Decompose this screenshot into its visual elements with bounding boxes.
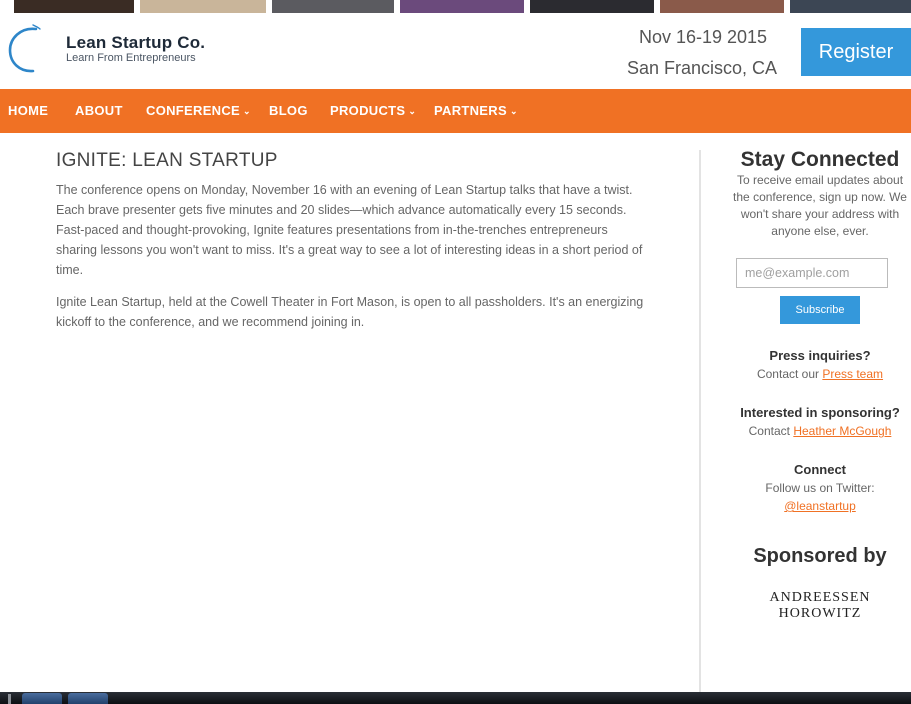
nav-item-home[interactable]: HOME [8, 89, 48, 133]
circle-ring-logo-icon[interactable] [6, 23, 52, 75]
nav-label: ABOUT [75, 103, 123, 118]
os-taskbar [0, 692, 911, 704]
sidebar-divider [699, 150, 701, 695]
page-title: IGNITE: LEAN STARTUP [56, 150, 278, 171]
brand-tagline: Learn From Entrepreneurs [66, 52, 196, 64]
chevron-down-icon: ⌄ [243, 106, 251, 116]
nav-item-partners[interactable]: PARTNERS ⌄ [434, 89, 518, 133]
connect-text: Follow us on Twitter: [765, 481, 875, 495]
nav-label: CONFERENCE [146, 103, 241, 118]
press-prefix: Contact our [756, 367, 823, 381]
nav-label: PARTNERS [434, 103, 507, 118]
nav-item-blog[interactable]: BLOG [269, 89, 308, 133]
content-paragraph: The conference opens on Monday, November… [56, 183, 643, 277]
strip-photo [530, 0, 654, 13]
strip-photo [660, 0, 784, 13]
twitter-link[interactable]: @leanstartup [784, 499, 856, 513]
sponsor-logo[interactable]: ANDREESSEN HOROWITZ [728, 590, 911, 622]
taskbar-app-icon[interactable] [22, 693, 62, 704]
strip-photo [272, 0, 394, 13]
strip-photo [14, 0, 134, 13]
register-button[interactable]: Register [801, 28, 911, 76]
event-date: Nov 16-19 2015 [638, 27, 768, 47]
header-photo-strip [0, 0, 911, 13]
nav-item-conference[interactable]: CONFERENCE ⌄ [146, 89, 251, 133]
taskbar-app-icon[interactable] [68, 693, 108, 704]
strip-photo [400, 0, 524, 13]
nav-label: PRODUCTS [330, 103, 406, 118]
nav-item-about[interactable]: ABOUT [75, 89, 123, 133]
event-location: San Francisco, CA [626, 58, 778, 78]
sponsoring-heading: Interested in sponsoring? [740, 405, 900, 420]
nav-item-products[interactable]: PRODUCTS ⌄ [330, 89, 416, 133]
sponsor-logo-line: ANDREESSEN [769, 590, 871, 605]
main-content: IGNITE: LEAN STARTUP The conference open… [56, 150, 646, 344]
connect-link-row: @leanstartup [728, 499, 911, 513]
press-heading: Press inquiries? [769, 348, 871, 363]
brand-name[interactable]: Lean Startup Co. [66, 33, 205, 53]
sidebar: Stay Connected To receive email updates … [728, 148, 911, 622]
content-paragraph: Ignite Lean Startup, held at the Cowell … [56, 295, 644, 329]
stay-connected-heading: Stay Connected [740, 148, 900, 171]
sponsor-logo-line: HOROWITZ [778, 606, 862, 621]
nav-label: BLOG [269, 103, 308, 118]
nav-label: HOME [8, 103, 49, 118]
sponsoring-prefix: Contact [748, 424, 794, 438]
heather-mcgough-link[interactable]: Heather McGough [793, 424, 891, 438]
sponsoring-contact: Contact Heather McGough [728, 424, 911, 438]
stay-connected-text: To receive email updates about the confe… [733, 173, 907, 238]
chevron-down-icon: ⌄ [408, 106, 417, 116]
subscribe-button[interactable]: Subscribe [780, 296, 860, 324]
email-field[interactable] [736, 258, 888, 288]
chevron-down-icon: ⌄ [509, 106, 518, 116]
press-contact: Contact our Press team [728, 367, 911, 381]
connect-heading: Connect [794, 462, 846, 477]
taskbar-grip [8, 694, 11, 704]
strip-photo [790, 0, 911, 13]
main-nav: HOME ABOUT CONFERENCE ⌄ BLOG PRODUCTS ⌄ PA… [0, 89, 911, 133]
sponsored-by-heading: Sponsored by [753, 545, 887, 567]
press-team-link[interactable]: Press team [822, 367, 883, 381]
site-header: Lean Startup Co. Learn From Entrepreneur… [0, 13, 911, 89]
strip-photo [140, 0, 266, 13]
